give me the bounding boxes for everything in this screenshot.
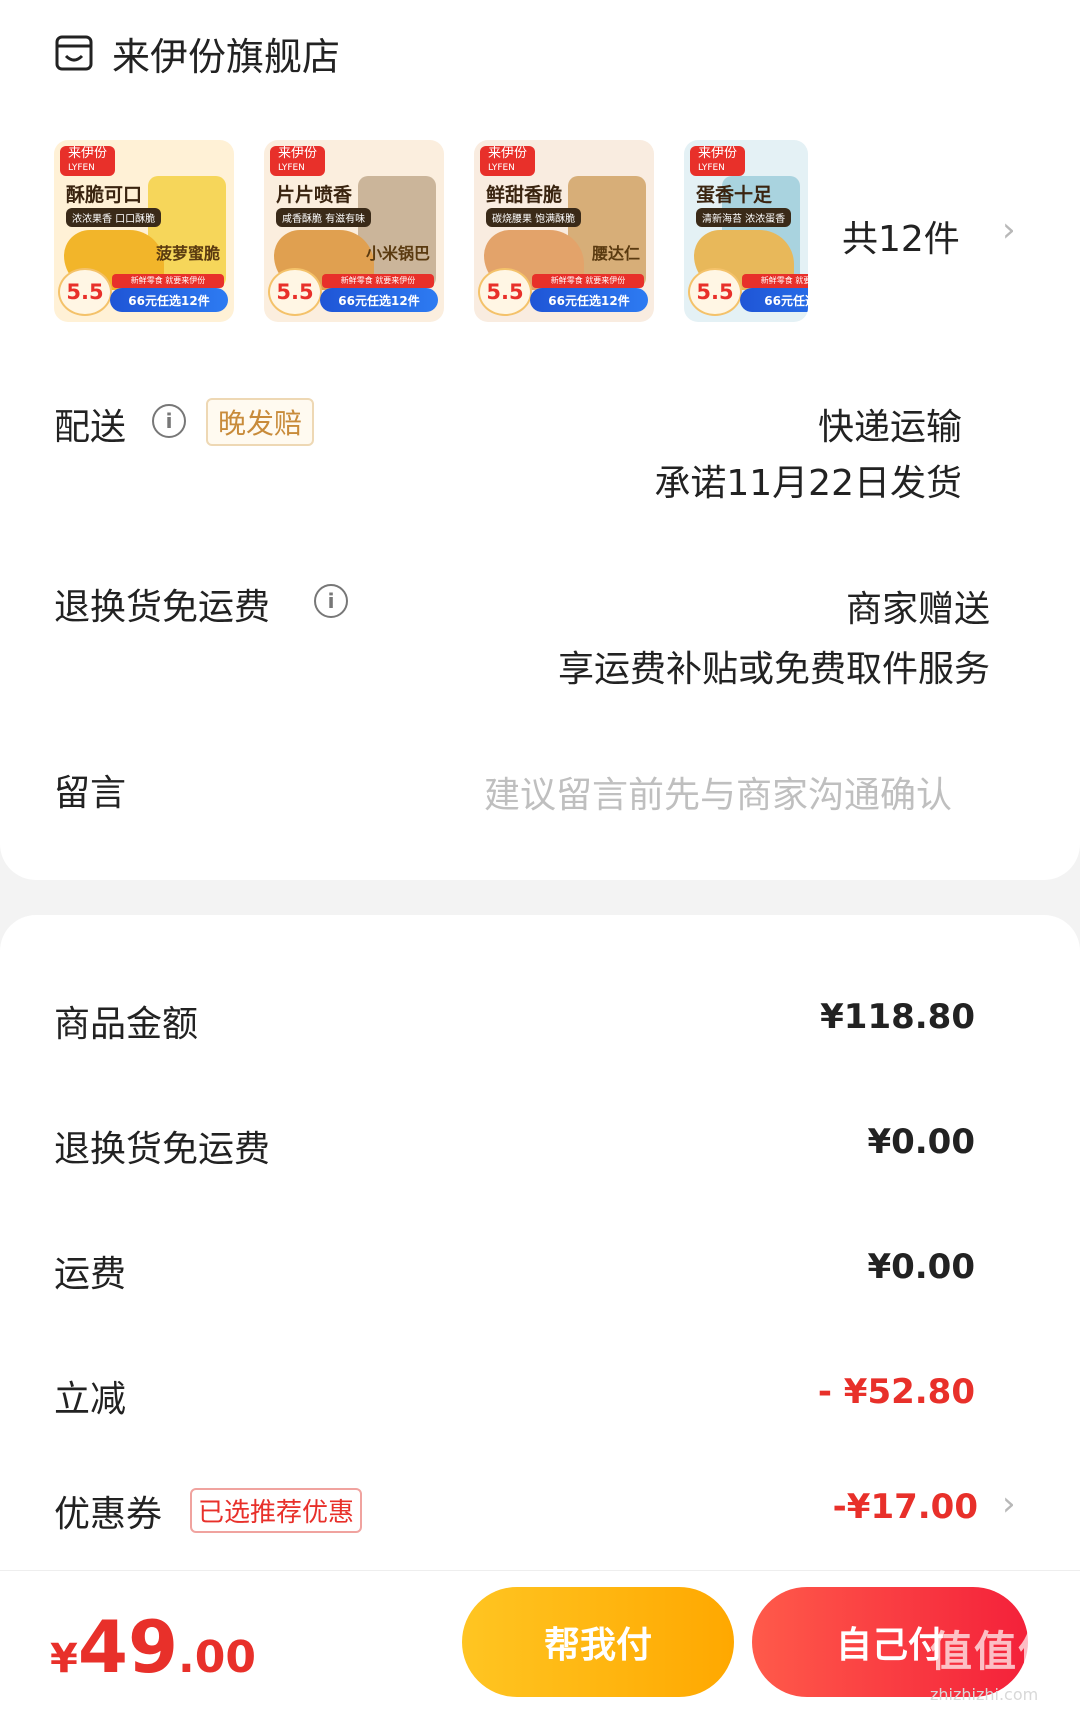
chevron-right-icon[interactable]: › xyxy=(1002,1484,1016,1524)
product-slogan: 片片喷香 xyxy=(276,184,353,206)
price-summary-card: 商品金额 ¥118.80 退换货免运费 ¥0.00 运费 ¥0.00 立减 - … xyxy=(0,915,1080,1575)
promo-banner: 新鲜零食 就要来伊份 xyxy=(742,274,808,288)
chevron-right-icon[interactable]: › xyxy=(1002,210,1016,250)
checkout-bar: ¥49.00 帮我付 自己付 xyxy=(0,1570,1080,1719)
return-shipping-desc: 享运费补贴或免费取件服务 xyxy=(557,649,990,690)
package-label: 小米锅巴 xyxy=(365,244,430,263)
promo-label: 66元任选12件 xyxy=(110,288,228,312)
total-integer: 49 xyxy=(77,1605,179,1689)
product-slogan: 蛋香十足 xyxy=(696,184,773,206)
discount-value: - ¥52.80 xyxy=(817,1372,975,1412)
product-slogan: 鲜甜香脆 xyxy=(486,184,563,206)
goods-amount-value: ¥118.80 xyxy=(820,997,975,1037)
price-tag: 5.5 xyxy=(688,268,742,316)
message-label: 留言 xyxy=(54,773,127,814)
help-me-pay-button[interactable]: 帮我付 xyxy=(462,1587,734,1697)
price-tag: 5.5 xyxy=(268,268,322,316)
brand-badge: 来伊份 LYFEN xyxy=(690,146,746,176)
shop-icon xyxy=(55,35,93,70)
promo-banner: 新鲜零食 就要来伊份 xyxy=(112,274,224,288)
price-tag: 5.5 xyxy=(478,268,532,316)
package-label: 腰达仁 xyxy=(591,244,640,263)
product-thumbnail[interactable]: 来伊份LYFEN 蛋香十足清新海苔 浓浓蛋香 5.5新鲜零食 就要来伊份66元任选1… xyxy=(684,140,808,322)
product-thumbnail[interactable]: 来伊份 LYFEN 鲜甜香脆碳烧腰果 饱满酥脆 腰达仁 5.5 新鲜零食 就要来伊份 66元… xyxy=(474,140,654,322)
brand-badge: 来伊份 LYFEN xyxy=(270,146,326,176)
order-info-card: 来伊份旗舰店 来伊份 LYFEN 酥脆可口 浓浓果香 口口酥脆 菠萝蜜脆 5.5 新鲜零食 … xyxy=(0,0,1080,880)
promo-label: 66元任选12件 xyxy=(530,288,648,312)
store-header[interactable]: 来伊份旗舰店 xyxy=(54,26,340,81)
product-subtitle: 浓浓果香 口口酥脆 xyxy=(66,208,162,227)
brand-badge: 来伊份 LYFEN xyxy=(60,146,116,176)
items-count[interactable]: 共12件 xyxy=(842,210,960,262)
product-subtitle: 咸香酥脆 有滋有味 xyxy=(276,208,372,227)
shipping-value: ¥0.00 xyxy=(867,1247,975,1287)
promo-label: 66元任选12件 xyxy=(320,288,438,312)
return-fee-value: ¥0.00 xyxy=(867,1122,975,1162)
price-tag: 5.5 xyxy=(58,268,112,316)
return-shipping-value: 商家赠送 xyxy=(845,589,990,630)
total-decimal: .00 xyxy=(178,1632,256,1683)
product-slogan: 酥脆可口 xyxy=(66,184,143,206)
total-price: ¥49.00 xyxy=(50,1605,256,1689)
promo-banner: 新鲜零食 就要来伊份 xyxy=(532,274,644,288)
coupon-value[interactable]: -¥17.00 xyxy=(0,1487,978,1527)
product-thumbnail[interactable]: 来伊份 LYFEN 酥脆可口浓浓果香 口口酥脆菠萝蜜脆 5.5 新鲜零食 就要来伊份 66… xyxy=(54,140,234,322)
package-label: 菠萝蜜脆 xyxy=(155,244,220,263)
delivery-promise: 承诺11月22日发货 xyxy=(654,463,962,504)
watermark: 值值值 xyxy=(930,1627,1063,1676)
promo-banner: 新鲜零食 就要来伊份 xyxy=(322,274,434,288)
promo-label: 66元任选12 xyxy=(740,288,808,312)
currency-symbol: ¥ xyxy=(50,1636,78,1682)
delivery-method: 快递运输 xyxy=(817,407,962,448)
watermark-url: zhizhizhi.com xyxy=(930,1685,1039,1704)
store-name: 来伊份旗舰店 xyxy=(112,35,341,79)
product-thumbnail[interactable]: 来伊份 LYFEN 片片喷香咸香酥脆 有滋有味小米锅巴 5.5 新鲜零食 就要来伊份 66… xyxy=(264,140,444,322)
product-subtitle: 碳烧腰果 饱满酥脆 xyxy=(486,208,582,227)
product-subtitle: 清新海苔 浓浓蛋香 xyxy=(696,208,792,227)
brand-badge: 来伊份 LYFEN xyxy=(480,146,536,176)
message-input[interactable]: 建议留言前先与商家沟通确认 xyxy=(484,766,952,818)
